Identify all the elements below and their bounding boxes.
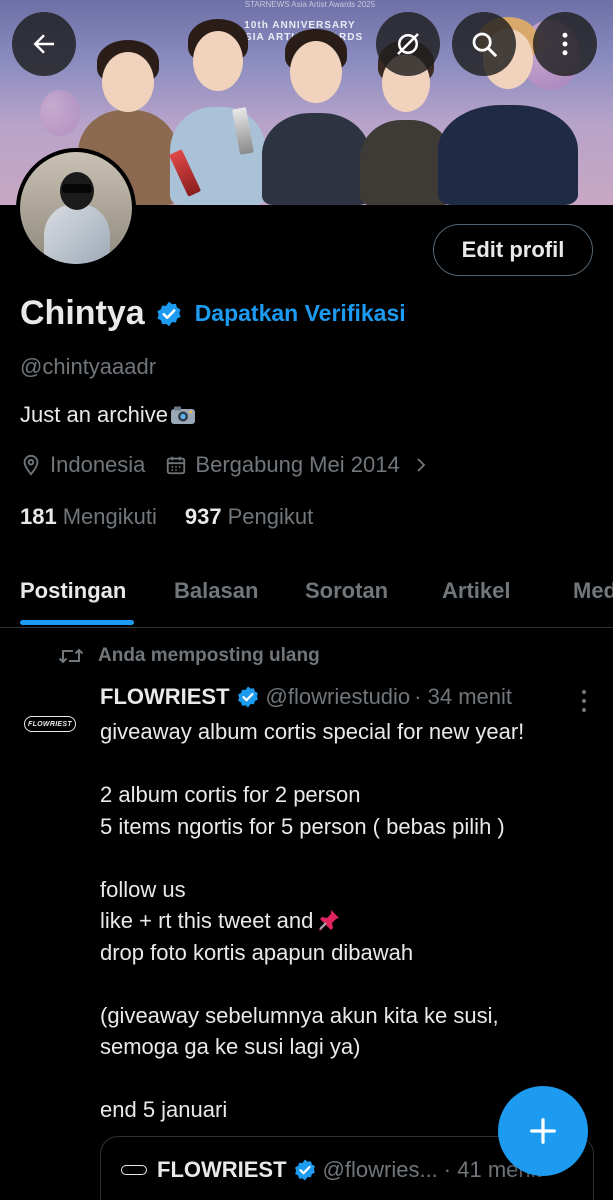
post-line: 2 album cortis for 2 person (100, 782, 361, 807)
profile-handle: @chintyaaadr (20, 354, 157, 379)
grok-icon (397, 33, 419, 55)
follow-stats: 181 Mengikuti 937 Pengikut (20, 504, 341, 530)
profile-tabs: Postingan Balasan Sorotan Artikel Media (0, 560, 613, 628)
post-line (100, 1063, 590, 1095)
balloon-decoration (40, 90, 80, 136)
tab-media[interactable]: Media (573, 578, 613, 604)
followers-count[interactable]: 937 (185, 504, 222, 530)
location-pin-icon (23, 454, 39, 476)
chevron-right-icon (417, 458, 425, 472)
bio-text: Just an archive (20, 402, 168, 427)
post-line: (giveaway sebelumnya akun kita ke susi, (100, 1002, 499, 1028)
repost-icon (58, 648, 84, 664)
verified-badge-icon[interactable] (155, 300, 183, 328)
following-label[interactable]: Mengikuti (63, 504, 157, 530)
arrow-left-icon (33, 34, 54, 54)
post-time: · 34 menit (414, 684, 512, 709)
tab-balasan[interactable]: Balasan (174, 578, 258, 604)
quoted-author-handle: @flowries... (322, 1157, 438, 1182)
verified-badge-icon (237, 686, 258, 708)
active-tab-indicator (20, 620, 134, 625)
post-author-name[interactable]: FLOWRIEST (100, 684, 230, 710)
flowriest-logo-small (121, 1165, 147, 1175)
location-item: Indonesia (20, 452, 145, 478)
post-more-icon[interactable] (579, 688, 589, 714)
camera-emoji-icon (170, 406, 195, 424)
more-button[interactable] (533, 12, 597, 76)
post-line: semoga ga ke susi lagi ya) (100, 1034, 361, 1059)
post-line: follow us (100, 876, 186, 902)
quoted-author-name: FLOWRIEST (157, 1157, 287, 1182)
followers-label[interactable]: Pengikut (228, 504, 314, 530)
banner-sponsor-text: STARNEWS Asia Artist Awards 2025 (244, 0, 376, 9)
post-line: 5 items ngortis for 5 person ( bebas pil… (100, 813, 505, 839)
post-author-avatar[interactable]: FLOWRIEST (22, 696, 78, 752)
profile-bio: Just an archive (20, 402, 196, 428)
plus-icon (530, 1118, 556, 1144)
person-figure (262, 29, 370, 205)
post-line (100, 748, 590, 780)
profile-name: Chintya (20, 294, 145, 332)
tab-postingan[interactable]: Postingan (20, 578, 126, 604)
profile-name-row: Chintya Dapatkan Verifikasi (20, 294, 406, 333)
grok-button[interactable] (376, 12, 440, 76)
following-count[interactable]: 181 (20, 504, 57, 530)
flowriest-logo: FLOWRIEST (24, 716, 76, 732)
post-line: drop foto kortis apapun dibawah (100, 939, 414, 965)
post-line (100, 968, 590, 1000)
joined-item[interactable]: Bergabung Mei 2014 (165, 452, 429, 478)
get-verified-link[interactable]: Dapatkan Verifikasi (195, 300, 406, 327)
post-line-with-pin: like + rt this tweet and (100, 905, 590, 937)
edit-profile-button[interactable]: Edit profil (433, 224, 593, 276)
post-line: giveaway album cortis special for new ye… (100, 719, 525, 744)
post-body: giveaway album cortis special for new ye… (100, 716, 590, 1126)
post-author-handle[interactable]: @flowriestudio (266, 684, 411, 710)
search-button[interactable] (452, 12, 516, 76)
post-line (100, 842, 590, 874)
compose-button[interactable] (498, 1086, 588, 1176)
profile-meta: Indonesia Bergabung Mei 2014 (20, 452, 450, 478)
pushpin-emoji-icon (319, 910, 340, 931)
verified-badge-icon (294, 1159, 315, 1181)
calendar-icon (167, 456, 186, 475)
person-figure (438, 17, 578, 205)
search-icon (472, 32, 497, 57)
profile-avatar[interactable] (16, 148, 136, 268)
tab-artikel[interactable]: Artikel (442, 578, 510, 604)
tab-sorotan[interactable]: Sorotan (305, 578, 388, 604)
more-vertical-icon (562, 32, 568, 56)
repost-indicator: Anda memposting ulang (58, 645, 320, 667)
post-header: FLOWRIEST @flowriestudio · 34 menit (100, 684, 512, 710)
quoted-post-header: FLOWRIEST @flowries... · 41 menit (121, 1157, 542, 1183)
back-button[interactable] (12, 12, 76, 76)
